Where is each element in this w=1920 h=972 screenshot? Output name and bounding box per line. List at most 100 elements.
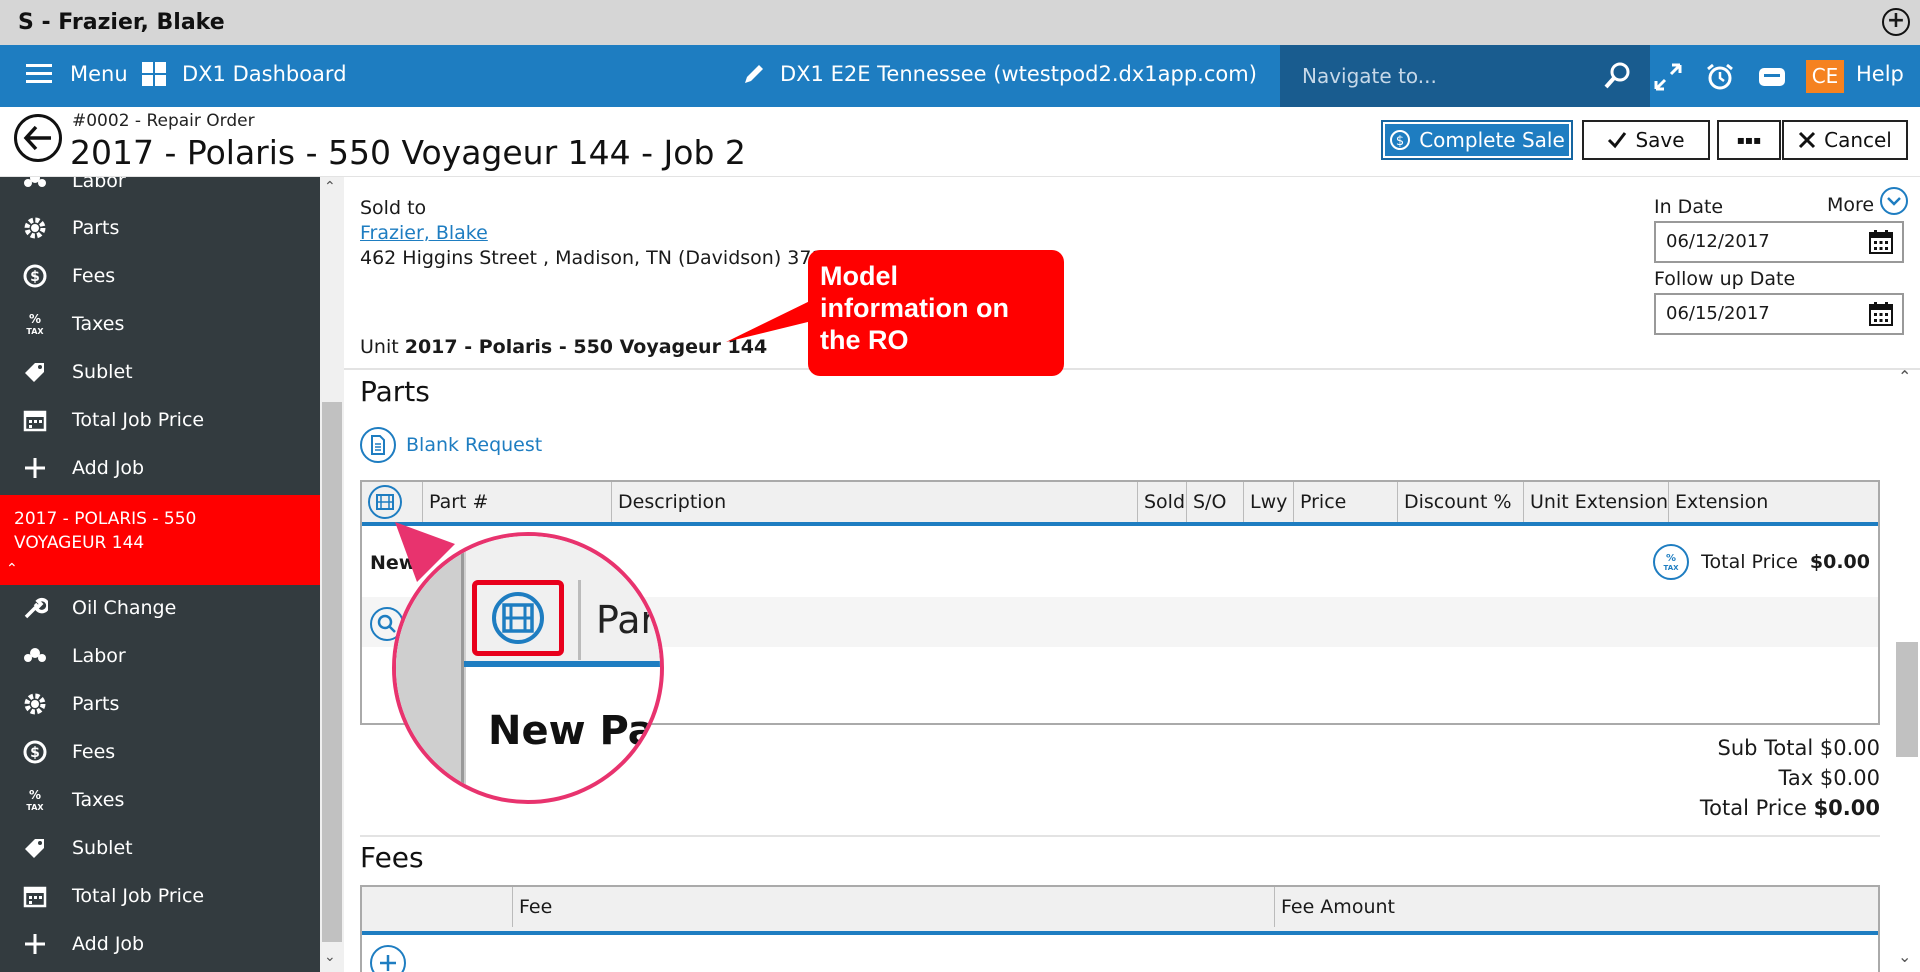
sidebar-item-taxes[interactable]: % TAX Taxes — [0, 776, 320, 824]
sidebar-item-sublet[interactable]: Sublet — [0, 348, 320, 396]
column-header-extension[interactable]: Extension — [1668, 482, 1880, 522]
user-avatar[interactable]: CE — [1806, 60, 1844, 93]
scroll-up-icon[interactable]: ⌃ — [324, 179, 336, 195]
annotation-callout: Model information on the RO — [808, 250, 1064, 376]
sidebar-item-label: Taxes — [72, 789, 125, 811]
sidebar-item-total-job-price[interactable]: Total Job Price — [0, 396, 320, 444]
navigate-input[interactable] — [1302, 60, 1592, 92]
hamburger-icon — [26, 64, 52, 84]
scroll-up-icon[interactable]: ⌃ — [1898, 367, 1911, 386]
column-header-lwy[interactable]: Lwy — [1243, 482, 1293, 522]
svg-text:$: $ — [30, 269, 40, 285]
magnified-border — [461, 536, 464, 800]
alarm-clock-icon[interactable] — [1704, 61, 1736, 93]
column-header-fee[interactable]: Fee — [512, 887, 1274, 927]
sidebar-item-add-job[interactable]: Add Job — [0, 920, 320, 968]
divider — [360, 835, 1880, 837]
sidebar-item-label: Parts — [72, 217, 120, 239]
unit-value: 2017 - Polaris - 550 Voyageur 144 — [404, 336, 768, 358]
more-label[interactable]: More — [1827, 194, 1874, 216]
more-actions-button[interactable]: ▪▪▪ — [1717, 120, 1781, 160]
plus-icon — [25, 934, 45, 954]
sidebar-item-oil-change[interactable]: Oil Change — [0, 584, 320, 632]
magnified-header-rule — [464, 661, 660, 667]
cancel-button[interactable]: Cancel — [1782, 120, 1908, 160]
main-scrollbar[interactable]: ⌃ ⌄ — [1892, 367, 1920, 972]
sidebar-item-label: Total Job Price — [72, 409, 205, 431]
sidebar-item-label: Add Job — [72, 933, 145, 955]
scrollbar-thumb[interactable] — [1896, 642, 1918, 757]
sidebar-item-label: Sublet — [72, 837, 133, 859]
column-header-unit-extension[interactable]: Unit Extension — [1523, 482, 1675, 522]
expand-icon[interactable] — [1652, 61, 1684, 93]
blank-request-button[interactable]: Blank Request — [360, 427, 542, 463]
close-icon — [1799, 131, 1816, 149]
sidebar-item-fees[interactable]: $ Fees — [0, 252, 320, 300]
sold-to-label: Sold to — [360, 197, 427, 219]
sidebar-item-parts[interactable]: Parts — [0, 680, 320, 728]
calendar-icon[interactable] — [1868, 229, 1894, 255]
dollar-icon: $ — [23, 740, 47, 764]
sidebar-item-add-job[interactable]: Add Job — [0, 444, 320, 492]
scroll-down-icon[interactable]: ⌄ — [1898, 947, 1911, 966]
tax-icon[interactable]: % TAX — [1653, 544, 1690, 580]
sidebar-item-taxes[interactable]: % TAX Taxes — [0, 300, 320, 348]
sidebar-item-label: Labor — [72, 645, 126, 667]
cancel-label: Cancel — [1824, 128, 1892, 152]
sidebar-item-labor[interactable]: Labor — [0, 632, 320, 680]
column-header-discount[interactable]: Discount % — [1397, 482, 1519, 522]
grand-total-label: Total Price — [1699, 796, 1807, 820]
sidebar-active-job[interactable]: 2017 - POLARIS - 550 VOYAGEUR 144 ⌃ — [0, 495, 320, 585]
row-total-price: % TAX Total Price $0.00 — [1653, 544, 1870, 580]
scrollbar-thumb[interactable] — [322, 402, 342, 942]
column-header-sold[interactable]: Sold — [1137, 482, 1185, 522]
search-icon[interactable] — [1602, 61, 1632, 91]
follow-up-date-field[interactable]: 06/15/2017 — [1654, 293, 1904, 335]
sidebar-item-fees[interactable]: $ Fees — [0, 728, 320, 776]
page-header: #0002 - Repair Order 2017 - Polaris - 55… — [0, 107, 1920, 177]
add-fee-icon[interactable] — [370, 945, 406, 972]
menu-label: Menu — [70, 62, 128, 86]
chevron-down-icon[interactable] — [1880, 187, 1908, 215]
svg-text:TAX: TAX — [26, 327, 44, 336]
grand-total-value: $0.00 — [1813, 796, 1880, 820]
dashboard-button[interactable]: DX1 Dashboard — [142, 62, 347, 86]
tag-icon — [25, 839, 44, 858]
environment-selector[interactable]: DX1 E2E Tennessee (wtestpod2.dx1app.com) — [742, 62, 1257, 86]
column-header-part-number[interactable]: Part # — [422, 482, 580, 522]
column-header-so[interactable]: S/O — [1186, 482, 1236, 522]
column-header-fee-amount[interactable]: Fee Amount — [1274, 887, 1880, 927]
column-header-price[interactable]: Price — [1293, 482, 1399, 522]
sidebar-item-sublet[interactable]: Sublet — [0, 824, 320, 872]
sidebar-item-parts[interactable]: Parts — [0, 204, 320, 252]
chat-icon[interactable] — [1756, 61, 1788, 93]
sidebar-item-label: Sublet — [72, 361, 133, 383]
back-arrow-icon[interactable] — [14, 114, 62, 162]
sidebar-item-label: Oil Change — [72, 597, 177, 619]
tag-icon — [25, 363, 44, 382]
gear-icon — [24, 217, 46, 239]
total-price-label: Total Price — [1701, 551, 1798, 573]
calendar-icon[interactable] — [1868, 301, 1894, 327]
column-header-description[interactable]: Description — [611, 482, 1035, 522]
film-icon[interactable] — [368, 485, 402, 519]
customer-link[interactable]: Frazier, Blake — [360, 222, 488, 244]
sidebar-item-label: Labor — [72, 177, 126, 192]
add-window-icon[interactable]: + — [1882, 8, 1910, 36]
sidebar-scrollbar[interactable]: ⌃ ⌄ — [320, 177, 344, 972]
tax-icon: %TAX — [26, 788, 44, 812]
menu-button[interactable]: Menu — [26, 62, 128, 86]
scroll-down-icon[interactable]: ⌄ — [324, 949, 336, 965]
save-button[interactable]: Save — [1582, 120, 1710, 160]
sidebar: Labor Parts $ Fees % TAX Taxes Sublet Tot… — [0, 177, 320, 972]
magnified-highlight-box — [472, 580, 564, 656]
chevron-up-icon[interactable]: ⌃ — [6, 561, 18, 577]
sidebar-item-labor[interactable]: Labor — [0, 177, 320, 205]
help-link[interactable]: Help — [1856, 62, 1904, 86]
in-date-field[interactable]: 06/12/2017 — [1654, 221, 1904, 263]
wrench-icon — [24, 597, 48, 619]
complete-sale-button[interactable]: $ Complete Sale — [1381, 120, 1573, 160]
sidebar-item-label: Add Job — [72, 457, 145, 479]
callout-pointer — [726, 298, 816, 342]
sidebar-item-total-job-price[interactable]: Total Job Price — [0, 872, 320, 920]
